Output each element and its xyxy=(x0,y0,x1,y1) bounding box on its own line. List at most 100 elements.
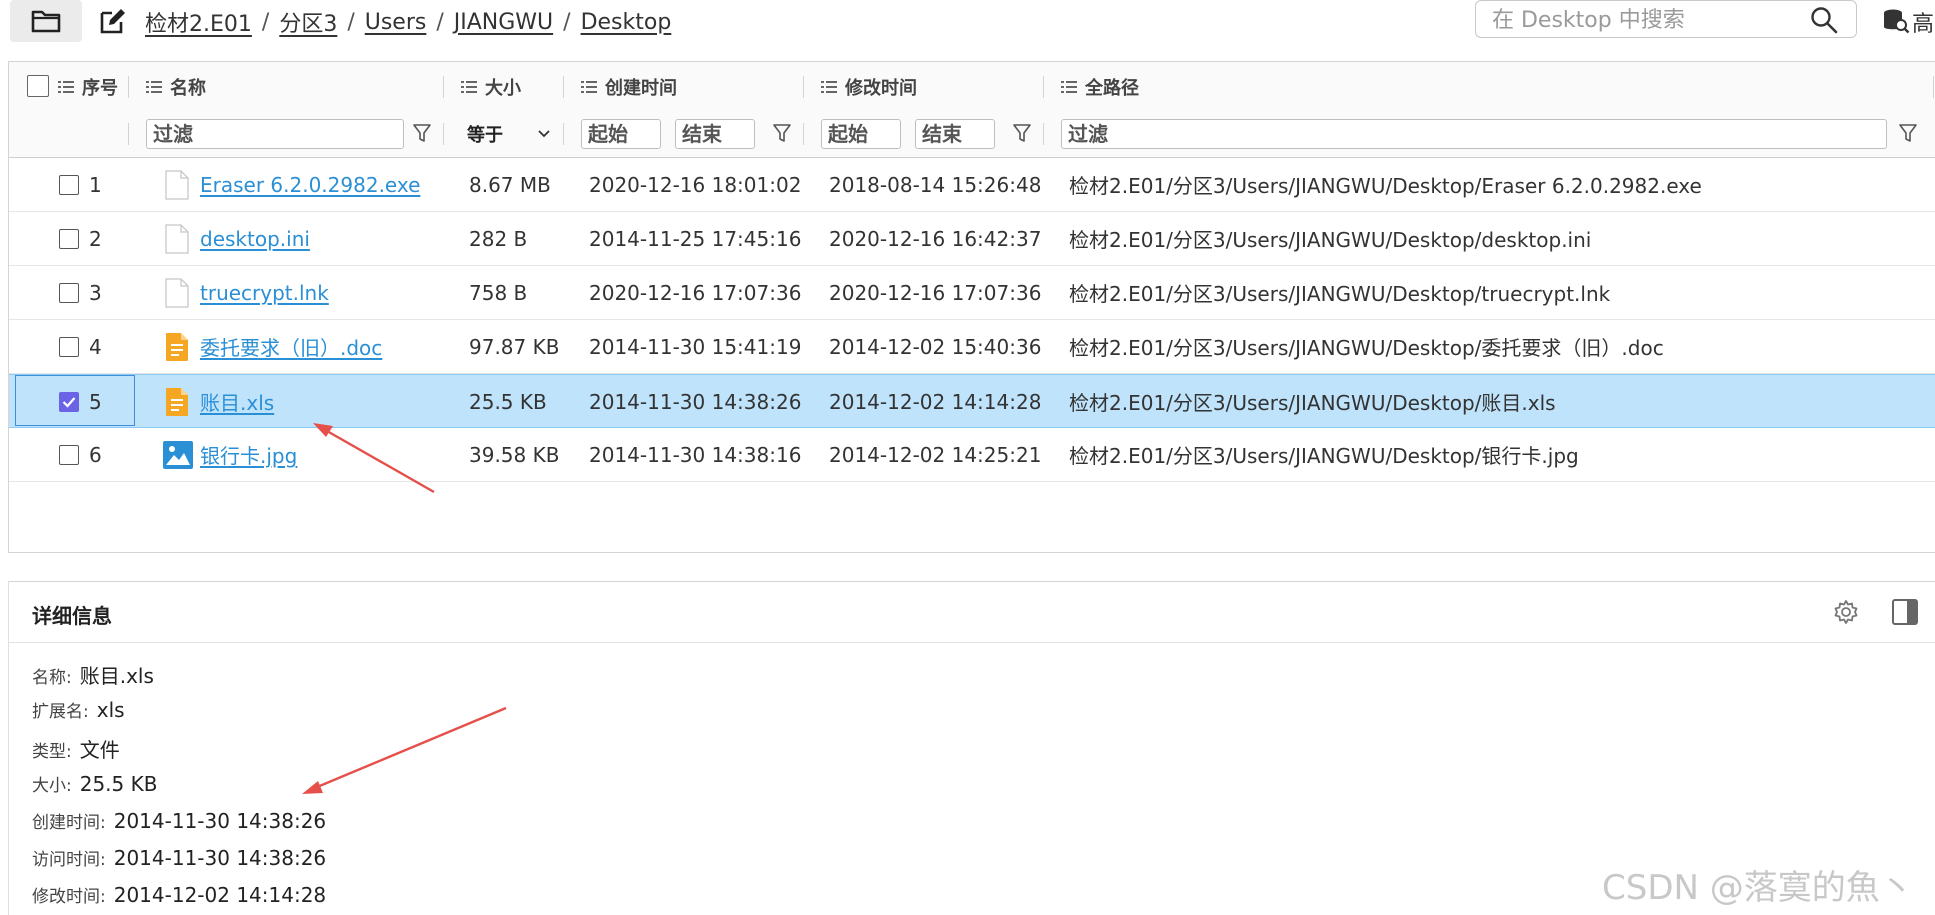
column-menu-icon xyxy=(58,80,74,93)
breadcrumb-item-partition[interactable]: 分区3 xyxy=(279,6,337,38)
breadcrumb-item-users[interactable]: Users xyxy=(365,10,427,35)
column-divider[interactable] xyxy=(443,76,444,98)
edit-path-button[interactable] xyxy=(96,4,130,38)
filter-icon[interactable] xyxy=(413,123,431,143)
column-header-modified[interactable]: 修改时间 xyxy=(821,62,917,111)
detail-field-name: 名称: 账目.xls xyxy=(32,660,154,689)
column-header-size[interactable]: 大小 xyxy=(461,62,521,111)
column-header-index[interactable]: 序号 xyxy=(58,62,118,111)
table-row-selected[interactable]: 5 账目.xls 25.5 KB 2014-11-30 14:38:26 201… xyxy=(9,374,1935,428)
created-start-input[interactable] xyxy=(581,119,661,149)
row-checkbox[interactable] xyxy=(59,337,79,357)
table-row[interactable]: 3 truecrypt.lnk 758 B 2020-12-16 17:07:3… xyxy=(9,266,1935,320)
column-divider[interactable] xyxy=(803,76,804,98)
edit-icon xyxy=(100,9,125,34)
column-header-path[interactable]: 全路径 xyxy=(1061,62,1139,111)
filter-icon[interactable] xyxy=(1013,123,1031,143)
advanced-search-label[interactable]: 高 xyxy=(1912,6,1935,38)
file-table: 序号 名称 大小 创建时间 修改时间 全路径 过滤 等于 起始 结束 起始 结束… xyxy=(8,61,1935,553)
detail-field-extension: 扩展名: xls xyxy=(32,697,125,722)
column-header-created[interactable]: 创建时间 xyxy=(581,62,677,111)
detail-field-size: 大小: 25.5 KB xyxy=(32,771,157,796)
breadcrumb-item-desktop[interactable]: Desktop xyxy=(581,10,672,35)
table-row[interactable]: 4 委托要求（旧）.doc 97.87 KB 2014-11-30 15:41:… xyxy=(9,320,1935,374)
gear-icon[interactable] xyxy=(1832,598,1860,626)
created-end-input[interactable] xyxy=(675,119,755,149)
detail-value: xls xyxy=(96,698,125,722)
row-index: 3 xyxy=(89,280,102,305)
search-input[interactable] xyxy=(1490,3,1794,37)
search-box xyxy=(1475,0,1857,38)
row-index: 4 xyxy=(89,334,102,359)
column-divider xyxy=(803,123,804,145)
details-header: 详细信息 xyxy=(9,582,1935,643)
detail-label: 扩展名: xyxy=(32,702,89,722)
breadcrumb-separator: / xyxy=(563,9,571,35)
column-divider[interactable] xyxy=(1043,76,1044,98)
file-size: 758 B xyxy=(469,280,528,305)
folder-button[interactable] xyxy=(10,0,82,42)
row-index: 1 xyxy=(89,172,102,197)
file-name-link[interactable]: desktop.ini xyxy=(200,212,310,265)
column-divider[interactable] xyxy=(128,76,129,98)
filter-icon[interactable] xyxy=(1899,123,1917,143)
file-name-link[interactable]: truecrypt.lnk xyxy=(200,266,329,319)
table-row[interactable]: 2 desktop.ini 282 B 2014-11-25 17:45:16 … xyxy=(9,212,1935,266)
modified-start-input[interactable] xyxy=(821,119,901,149)
file-name-link[interactable]: 银行卡.jpg xyxy=(200,428,297,481)
breadcrumb-item-evidence[interactable]: 检材2.E01 xyxy=(145,6,252,38)
file-created-time: 2020-12-16 17:07:36 xyxy=(589,280,802,305)
file-created-time: 2014-11-30 15:41:19 xyxy=(589,334,802,359)
file-full-path: 检材2.E01/分区3/Users/JIANGWU/Desktop/账目.xls xyxy=(1069,391,1556,415)
column-header-label: 创建时间 xyxy=(605,77,677,99)
detail-field-type: 类型: 文件 xyxy=(32,734,120,763)
detail-field-accessed: 访问时间: 2014-11-30 14:38:26 xyxy=(32,845,326,870)
column-divider[interactable] xyxy=(1933,76,1934,98)
row-checkbox[interactable] xyxy=(59,229,79,249)
modified-end-input[interactable] xyxy=(915,119,995,149)
file-name-link[interactable]: 委托要求（旧）.doc xyxy=(200,320,382,373)
size-operator-value: 等于 xyxy=(467,125,503,146)
table-row[interactable]: 6 银行卡.jpg 39.58 KB 2014-11-30 14:38:16 2… xyxy=(9,428,1935,482)
file-name-link[interactable]: 账目.xls xyxy=(200,375,274,428)
file-modified-time: 2014-12-02 14:25:21 xyxy=(829,442,1042,467)
file-full-path: 检材2.E01/分区3/Users/JIANGWU/Desktop/银行卡.jp… xyxy=(1069,444,1579,468)
image-file-icon xyxy=(163,441,193,469)
filter-icon[interactable] xyxy=(773,123,791,143)
detail-label: 访问时间: xyxy=(32,850,106,870)
watermark: CSDN @落寞的魚丶 xyxy=(1602,868,1914,908)
column-divider xyxy=(443,123,444,145)
column-menu-icon xyxy=(821,80,837,93)
panel-toggle-icon[interactable] xyxy=(1891,598,1919,626)
chevron-down-icon xyxy=(538,130,550,138)
database-search-icon[interactable] xyxy=(1882,8,1910,34)
file-name-link[interactable]: Eraser 6.2.0.2982.exe xyxy=(200,158,420,211)
detail-label: 修改时间: xyxy=(32,887,106,907)
column-header-label: 名称 xyxy=(170,77,206,99)
path-filter-input[interactable] xyxy=(1061,119,1887,149)
column-menu-icon xyxy=(1061,80,1077,93)
breadcrumb-separator: / xyxy=(347,9,355,35)
detail-value: 2014-12-02 14:14:28 xyxy=(113,883,327,907)
file-created-time: 2020-12-16 18:01:02 xyxy=(589,172,802,197)
details-title: 详细信息 xyxy=(32,604,112,628)
column-divider[interactable] xyxy=(563,76,564,98)
detail-label: 名称: xyxy=(32,668,72,688)
blank-file-icon xyxy=(165,278,189,308)
breadcrumb: 检材2.E01 / 分区3 / Users / JIANGWU / Deskto… xyxy=(145,6,671,38)
row-checkbox[interactable] xyxy=(59,445,79,465)
breadcrumb-item-user[interactable]: JIANGWU xyxy=(454,10,553,35)
file-size: 282 B xyxy=(469,226,528,251)
name-filter-input[interactable] xyxy=(146,119,404,149)
size-operator-select[interactable]: 等于 xyxy=(461,119,557,149)
select-all-checkbox[interactable] xyxy=(27,75,49,97)
breadcrumb-separator: / xyxy=(261,9,270,35)
file-full-path: 检材2.E01/分区3/Users/JIANGWU/Desktop/truecr… xyxy=(1069,282,1611,306)
search-icon[interactable] xyxy=(1810,6,1838,34)
file-modified-time: 2020-12-16 16:42:37 xyxy=(829,226,1042,251)
row-checkbox[interactable] xyxy=(59,283,79,303)
row-checkbox[interactable] xyxy=(59,175,79,195)
column-header-name[interactable]: 名称 xyxy=(146,62,206,111)
row-checkbox-checked[interactable] xyxy=(59,392,79,412)
table-row[interactable]: 1 Eraser 6.2.0.2982.exe 8.67 MB 2020-12-… xyxy=(9,158,1935,212)
